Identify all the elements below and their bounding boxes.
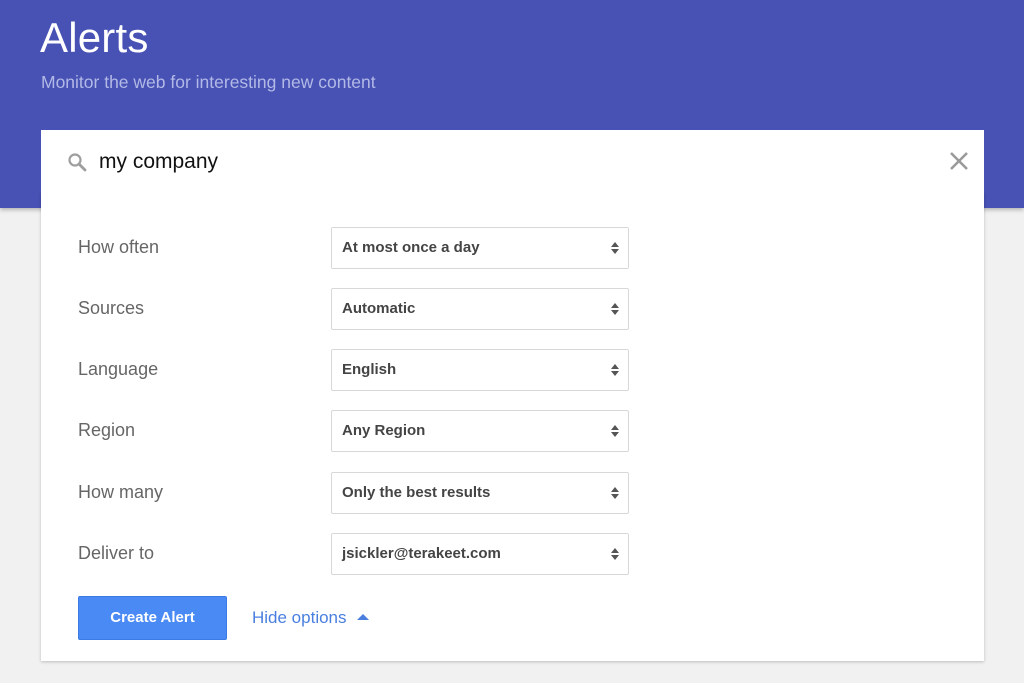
option-label: Region <box>78 420 136 440</box>
select-value: Any Region <box>342 422 426 439</box>
option-label: Language <box>78 359 159 379</box>
select-value: English <box>342 361 397 378</box>
option-label: Deliver to <box>78 543 155 563</box>
select-value: Automatic <box>342 300 416 317</box>
region-select[interactable]: Any Region <box>331 410 629 452</box>
sort-arrows-icon <box>611 548 619 560</box>
create-alert-button[interactable]: Create Alert <box>78 596 227 640</box>
sort-arrows-icon <box>611 487 619 499</box>
how-many-select[interactable]: Only the best results <box>331 472 629 514</box>
option-row-language: Language English <box>41 349 984 391</box>
close-icon[interactable] <box>948 150 970 172</box>
option-row-sources: Sources Automatic <box>41 288 984 330</box>
select-value: At most once a day <box>342 239 480 256</box>
search-box <box>41 130 984 192</box>
option-row-deliver-to: Deliver to jsickler@terakeet.com <box>41 533 984 575</box>
page-subtitle: Monitor the web for interesting new cont… <box>41 72 376 92</box>
language-select[interactable]: English <box>331 349 629 391</box>
sort-arrows-icon <box>611 303 619 315</box>
hide-options-link[interactable]: Hide options <box>252 608 369 628</box>
options-card: How often At most once a day Sources Aut… <box>41 192 984 661</box>
page-title: Alerts <box>40 14 149 61</box>
sort-arrows-icon <box>611 425 619 437</box>
caret-up-icon <box>356 614 369 620</box>
select-value: jsickler@terakeet.com <box>342 545 501 562</box>
deliver-to-select[interactable]: jsickler@terakeet.com <box>331 533 629 575</box>
option-label: How often <box>78 237 160 257</box>
option-row-region: Region Any Region <box>41 410 984 452</box>
search-icon <box>68 153 87 172</box>
search-input[interactable] <box>99 150 899 174</box>
sort-arrows-icon <box>611 242 619 254</box>
option-label: How many <box>78 482 164 502</box>
select-value: Only the best results <box>342 484 491 501</box>
option-row-how-often: How often At most once a day <box>41 227 984 269</box>
hide-options-label: Hide options <box>252 608 347 627</box>
sort-arrows-icon <box>611 364 619 376</box>
sources-select[interactable]: Automatic <box>331 288 629 330</box>
option-row-how-many: How many Only the best results <box>41 472 984 514</box>
option-label: Sources <box>78 298 145 318</box>
how-often-select[interactable]: At most once a day <box>331 227 629 269</box>
